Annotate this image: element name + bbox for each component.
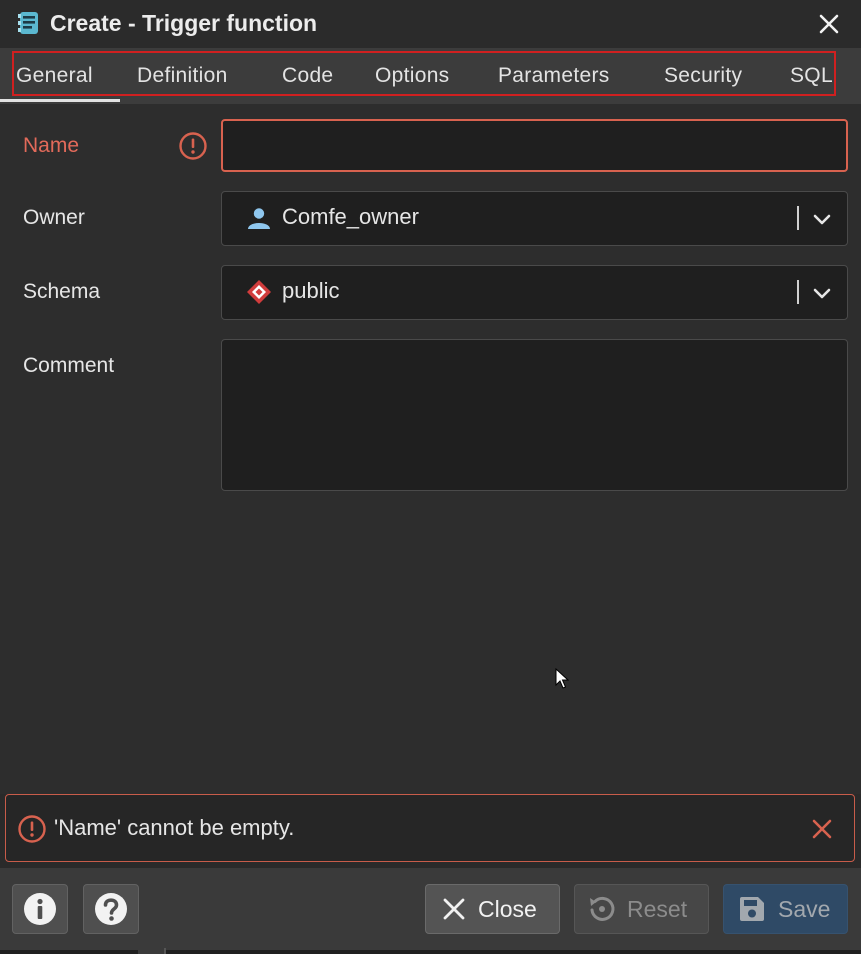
active-tab-indicator (0, 99, 120, 102)
chevron-down-icon[interactable] (810, 207, 834, 231)
help-button[interactable] (83, 884, 139, 934)
tab-sql[interactable]: SQL (790, 62, 833, 90)
validation-alert: 'Name' cannot be empty. (5, 794, 855, 862)
reset-button-label: Reset (627, 896, 688, 922)
dialog-titlebar: Create - Trigger function (0, 0, 861, 48)
close-icon (812, 819, 832, 839)
close-icon (443, 898, 465, 920)
tab-definition[interactable]: Definition (137, 62, 228, 90)
tab-bar: General Definition Code Options Paramete… (0, 48, 861, 104)
select-separator (797, 280, 799, 304)
schema-select[interactable]: public (221, 265, 848, 320)
comment-textarea[interactable] (221, 339, 848, 491)
tab-general[interactable]: General (16, 62, 93, 90)
dialog-close-button[interactable] (814, 9, 844, 39)
save-icon (740, 897, 764, 921)
save-button[interactable]: Save (723, 884, 848, 934)
tab-security[interactable]: Security (664, 62, 742, 90)
name-label: Name (23, 134, 80, 157)
general-tab-panel: Name Owner Comfe_owner Schema public Com… (0, 104, 861, 794)
error-circle-icon (18, 815, 46, 843)
select-separator (797, 206, 799, 230)
footer-bottom-edge (0, 950, 861, 954)
alert-dismiss-button[interactable] (807, 814, 837, 844)
user-icon (248, 208, 270, 229)
alert-message: 'Name' cannot be empty. (54, 815, 295, 840)
tab-code[interactable]: Code (282, 62, 333, 90)
close-icon (819, 14, 839, 34)
help-icon (95, 893, 127, 925)
trigger-function-icon (18, 12, 38, 34)
mouse-cursor-icon (555, 668, 569, 689)
dialog-footer: Close Reset Save (0, 868, 861, 954)
resize-grip (138, 948, 166, 954)
reset-button[interactable]: Reset (574, 884, 709, 934)
tab-parameters[interactable]: Parameters (498, 62, 610, 90)
reset-icon (590, 896, 615, 921)
tab-options[interactable]: Options (375, 62, 449, 90)
owner-select-value: Comfe_owner (282, 204, 419, 229)
close-button[interactable]: Close (425, 884, 560, 934)
schema-label: Schema (23, 280, 101, 303)
save-button-label: Save (778, 896, 831, 922)
info-button[interactable] (12, 884, 68, 934)
info-icon (24, 893, 56, 925)
name-input[interactable] (221, 119, 848, 172)
schema-select-value: public (282, 278, 340, 303)
close-button-label: Close (478, 896, 537, 922)
dialog-title: Create - Trigger function (50, 10, 318, 36)
schema-diamond-icon (247, 280, 271, 304)
owner-label: Owner (23, 206, 85, 229)
comment-label: Comment (23, 354, 115, 377)
owner-select[interactable]: Comfe_owner (221, 191, 848, 246)
chevron-down-icon[interactable] (810, 281, 834, 305)
name-error-icon (179, 132, 207, 160)
